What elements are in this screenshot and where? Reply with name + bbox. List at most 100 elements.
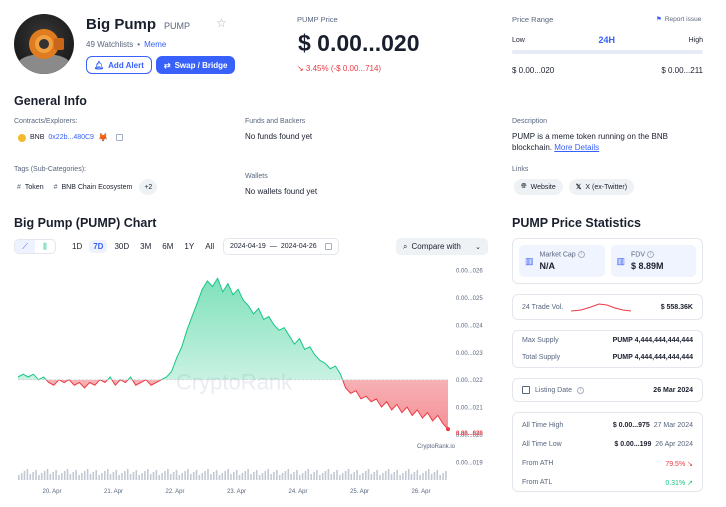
range-period[interactable]: 24H <box>598 35 615 45</box>
tag-bnb-chain[interactable]: # BNB Chain Ecosystem <box>50 179 136 195</box>
volume-bar <box>442 473 444 480</box>
volume-card: 24 Trade Vol. $ 558.36K <box>512 294 703 320</box>
tag-token[interactable]: # Token <box>14 179 47 195</box>
volume-bar <box>313 472 315 480</box>
line-chart-icon[interactable]: ⟋ <box>15 240 35 253</box>
chevron-down-icon: ⌄ <box>475 243 481 251</box>
info-icon[interactable]: i <box>646 251 654 259</box>
volume-label: 24 Trade Vol. <box>522 303 564 311</box>
market-cap-label: Market Cap <box>539 251 576 259</box>
timeframe-tab-7d[interactable]: 7D <box>89 240 108 253</box>
y-tick-label: 0.00...026 <box>456 269 483 275</box>
twitter-link[interactable]: 𝕏X (ex-Twitter) <box>568 179 635 195</box>
volume-bar <box>273 472 275 480</box>
volume-bar <box>436 470 439 480</box>
volume-bar <box>416 470 419 480</box>
info-icon[interactable]: i <box>577 251 585 259</box>
volume-bar <box>35 470 37 480</box>
add-alert-button[interactable]: 🔔︎ Add Alert <box>86 56 152 74</box>
date-range-picker[interactable]: 2024-04-19 — 2024-04-26 <box>223 238 339 255</box>
timeframe-tabs: 1D 7D 30D 3M 6M 1Y All <box>68 240 218 253</box>
volume-bar <box>101 473 103 480</box>
volume-value: $ 558.36K <box>660 303 693 311</box>
volume-bar <box>190 474 192 480</box>
volume-bar <box>267 469 269 480</box>
current-price-label: 0.00...020 <box>456 431 483 437</box>
chart-title: Big Pump (PUMP) Chart <box>14 216 157 230</box>
volume-bar <box>370 474 373 480</box>
volume-bar <box>307 469 310 480</box>
timeframe-tab-all[interactable]: All <box>201 240 218 253</box>
tags-more-button[interactable]: +2 <box>139 179 158 195</box>
swap-bridge-button[interactable]: ⇄ Swap / Bridge <box>155 56 236 74</box>
report-issue-link[interactable]: ⚑ Report issue <box>656 15 701 24</box>
volume-bar <box>124 471 126 480</box>
volume-bar <box>410 474 413 480</box>
volume-bar <box>152 472 155 480</box>
market-cap-box: ▥ Market Cap i N/A <box>519 245 605 277</box>
volume-bar <box>399 475 401 480</box>
range-low-label: Low <box>512 36 525 44</box>
volume-bar <box>195 470 198 480</box>
range-high-value: $ 0.00...211 <box>661 66 703 75</box>
volume-bar <box>405 471 407 480</box>
timeframe-tab-1y[interactable]: 1Y <box>180 240 198 253</box>
volume-bar <box>86 469 89 480</box>
volume-bar <box>270 474 272 480</box>
timeframe-tab-1d[interactable]: 1D <box>68 240 86 253</box>
volume-bar <box>356 470 358 480</box>
volume-bar <box>373 472 376 480</box>
x-tick-label: 25. Apr <box>350 489 369 495</box>
volume-bar <box>390 474 393 480</box>
volume-bar <box>344 471 347 480</box>
ath-label: All Time High <box>522 422 564 429</box>
volume-bar <box>359 475 361 480</box>
bar-chart-icon: ▥ <box>616 255 626 266</box>
metamask-icon[interactable]: 🦊 <box>98 133 108 142</box>
volume-bar <box>138 475 140 480</box>
star-icon[interactable]: ☆ <box>216 16 227 30</box>
volume-bar <box>238 475 241 480</box>
volume-bar <box>26 469 29 480</box>
candle-chart-icon[interactable]: ⫼ <box>35 240 55 253</box>
timeframe-tab-3m[interactable]: 3M <box>136 240 155 253</box>
volume-bar <box>75 470 77 480</box>
compare-with-button[interactable]: ⌕ Compare with ⌄ <box>396 238 488 255</box>
category-link[interactable]: Meme <box>144 40 166 49</box>
timeframe-tab-6m[interactable]: 6M <box>158 240 177 253</box>
wallets-label: Wallets <box>245 173 268 180</box>
area-above-baseline <box>18 278 448 380</box>
website-link[interactable]: 🌐︎ Website <box>514 179 563 195</box>
volume-bar <box>158 475 161 480</box>
chart-type-toggle[interactable]: ⟋ ⫼ <box>14 239 56 254</box>
date-to: 2024-04-26 <box>280 243 317 250</box>
price-chart[interactable]: CryptoRank0.00...0260.00...0250.00...024… <box>14 262 492 502</box>
volume-bar <box>187 469 189 480</box>
y-tick-label: 0.00...021 <box>456 406 483 412</box>
ath-atl-card: All Time High $ 0.00...975 27 Mar 2024 A… <box>512 412 703 492</box>
x-tick-label: 20. Apr <box>42 489 61 495</box>
funds-value: No funds found yet <box>245 132 313 141</box>
volume-bar <box>427 469 430 480</box>
volume-bar <box>230 474 232 480</box>
volume-bar <box>402 473 404 480</box>
contract-address[interactable]: 0x22b...480C9 <box>48 134 94 141</box>
volume-bar <box>40 473 43 480</box>
volume-bar <box>425 471 427 480</box>
info-icon[interactable]: i <box>576 386 584 394</box>
volume-bar <box>63 471 66 480</box>
volume-bar <box>46 469 49 480</box>
volume-bar <box>144 471 146 480</box>
volume-bar <box>261 473 264 480</box>
range-bar <box>512 50 703 54</box>
volume-bar <box>129 474 132 480</box>
more-details-link[interactable]: More Details <box>554 143 599 152</box>
general-info-title: General Info <box>14 94 87 108</box>
volume-bar <box>387 469 390 480</box>
timeframe-tab-30d[interactable]: 30D <box>110 240 133 253</box>
volume-bar <box>215 470 218 480</box>
copy-icon[interactable] <box>115 134 123 141</box>
volume-bar <box>115 470 118 480</box>
volume-bar <box>121 473 123 480</box>
range-high-label: High <box>688 36 703 44</box>
